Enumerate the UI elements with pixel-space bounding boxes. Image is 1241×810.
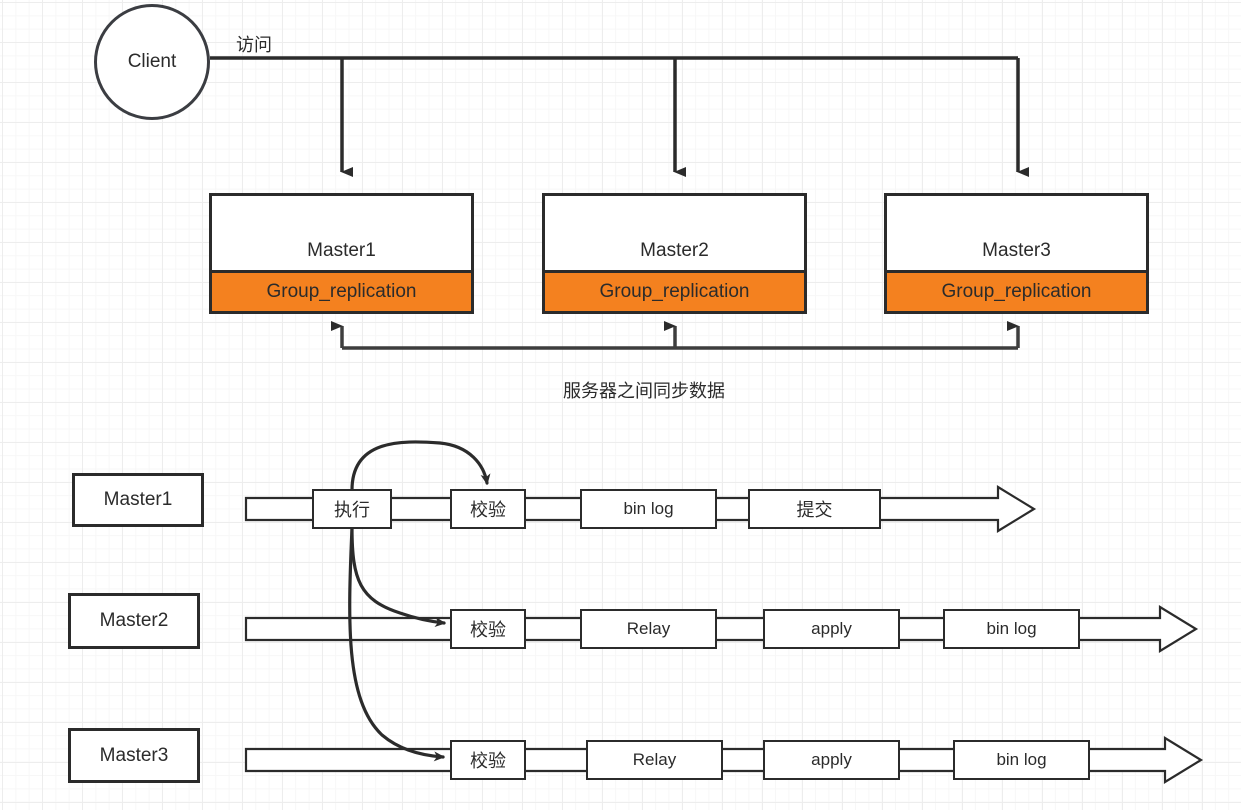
stage-row2-certify-label: 校验 (470, 620, 506, 640)
stage-row3-apply-label: apply (811, 750, 852, 769)
stage-row2-apply[interactable]: apply (763, 609, 900, 649)
stage-row3-relay[interactable]: Relay (586, 740, 723, 780)
timeline-plate-master3[interactable]: Master3 (68, 728, 200, 783)
stage-row3-binlog-label: bin log (996, 750, 1047, 769)
stage-row1-certify[interactable]: 校验 (450, 489, 526, 529)
stage-row3-certify[interactable]: 校验 (450, 740, 526, 780)
stage-row1-execute[interactable]: 执行 (312, 489, 392, 529)
stage-row3-apply[interactable]: apply (763, 740, 900, 780)
client-label: Client (127, 51, 177, 72)
stage-row2-relay[interactable]: Relay (580, 609, 717, 649)
timeline-plate-master2-label: Master2 (99, 610, 169, 631)
client-node[interactable]: Client (94, 4, 210, 120)
stage-row1-certify-label: 校验 (470, 500, 506, 520)
master-node-1[interactable]: Master1 Group_replication (209, 193, 474, 314)
stage-row2-certify[interactable]: 校验 (450, 609, 526, 649)
stage-row1-binlog-label: bin log (623, 499, 674, 518)
timeline-plate-master1[interactable]: Master1 (72, 473, 204, 527)
stage-row2-apply-label: apply (811, 619, 852, 638)
master-node-2[interactable]: Master2 Group_replication (542, 193, 807, 314)
master-node-3-title: Master3 (982, 240, 1051, 261)
stage-row1-execute-label: 执行 (334, 500, 370, 520)
stage-row1-commit[interactable]: 提交 (748, 489, 881, 529)
client-access-connectors (210, 56, 1029, 177)
master-node-2-title: Master2 (640, 240, 709, 261)
replication-sync-connectors (331, 321, 1020, 350)
stage-row2-binlog[interactable]: bin log (943, 609, 1080, 649)
master-node-3[interactable]: Master3 Group_replication (884, 193, 1149, 314)
stage-row2-binlog-label: bin log (986, 619, 1037, 638)
timeline-plate-master2[interactable]: Master2 (68, 593, 200, 649)
connector-layer (210, 56, 1204, 784)
timeline-plate-master3-label: Master3 (99, 744, 169, 766)
master-node-2-band: Group_replication (545, 270, 804, 311)
master-node-1-title: Master1 (307, 240, 376, 261)
stage-row3-relay-label: Relay (632, 750, 677, 769)
master-node-3-band: Group_replication (887, 270, 1146, 311)
stage-row1-binlog[interactable]: bin log (580, 489, 717, 529)
stage-row3-certify-label: 校验 (470, 751, 506, 771)
stage-row2-relay-label: Relay (626, 619, 671, 638)
sync-label: 服务器之间同步数据 (563, 381, 725, 401)
timeline-plate-master1-label: Master1 (103, 489, 173, 510)
master-node-1-band: Group_replication (212, 270, 471, 311)
diagram-canvas: Client 访问 服务器之间同步数据 Master1 Group_replic… (0, 0, 1241, 810)
stage-row1-commit-label: 提交 (796, 500, 833, 520)
stage-row3-binlog[interactable]: bin log (953, 740, 1090, 780)
access-label: 访问 (236, 35, 272, 55)
